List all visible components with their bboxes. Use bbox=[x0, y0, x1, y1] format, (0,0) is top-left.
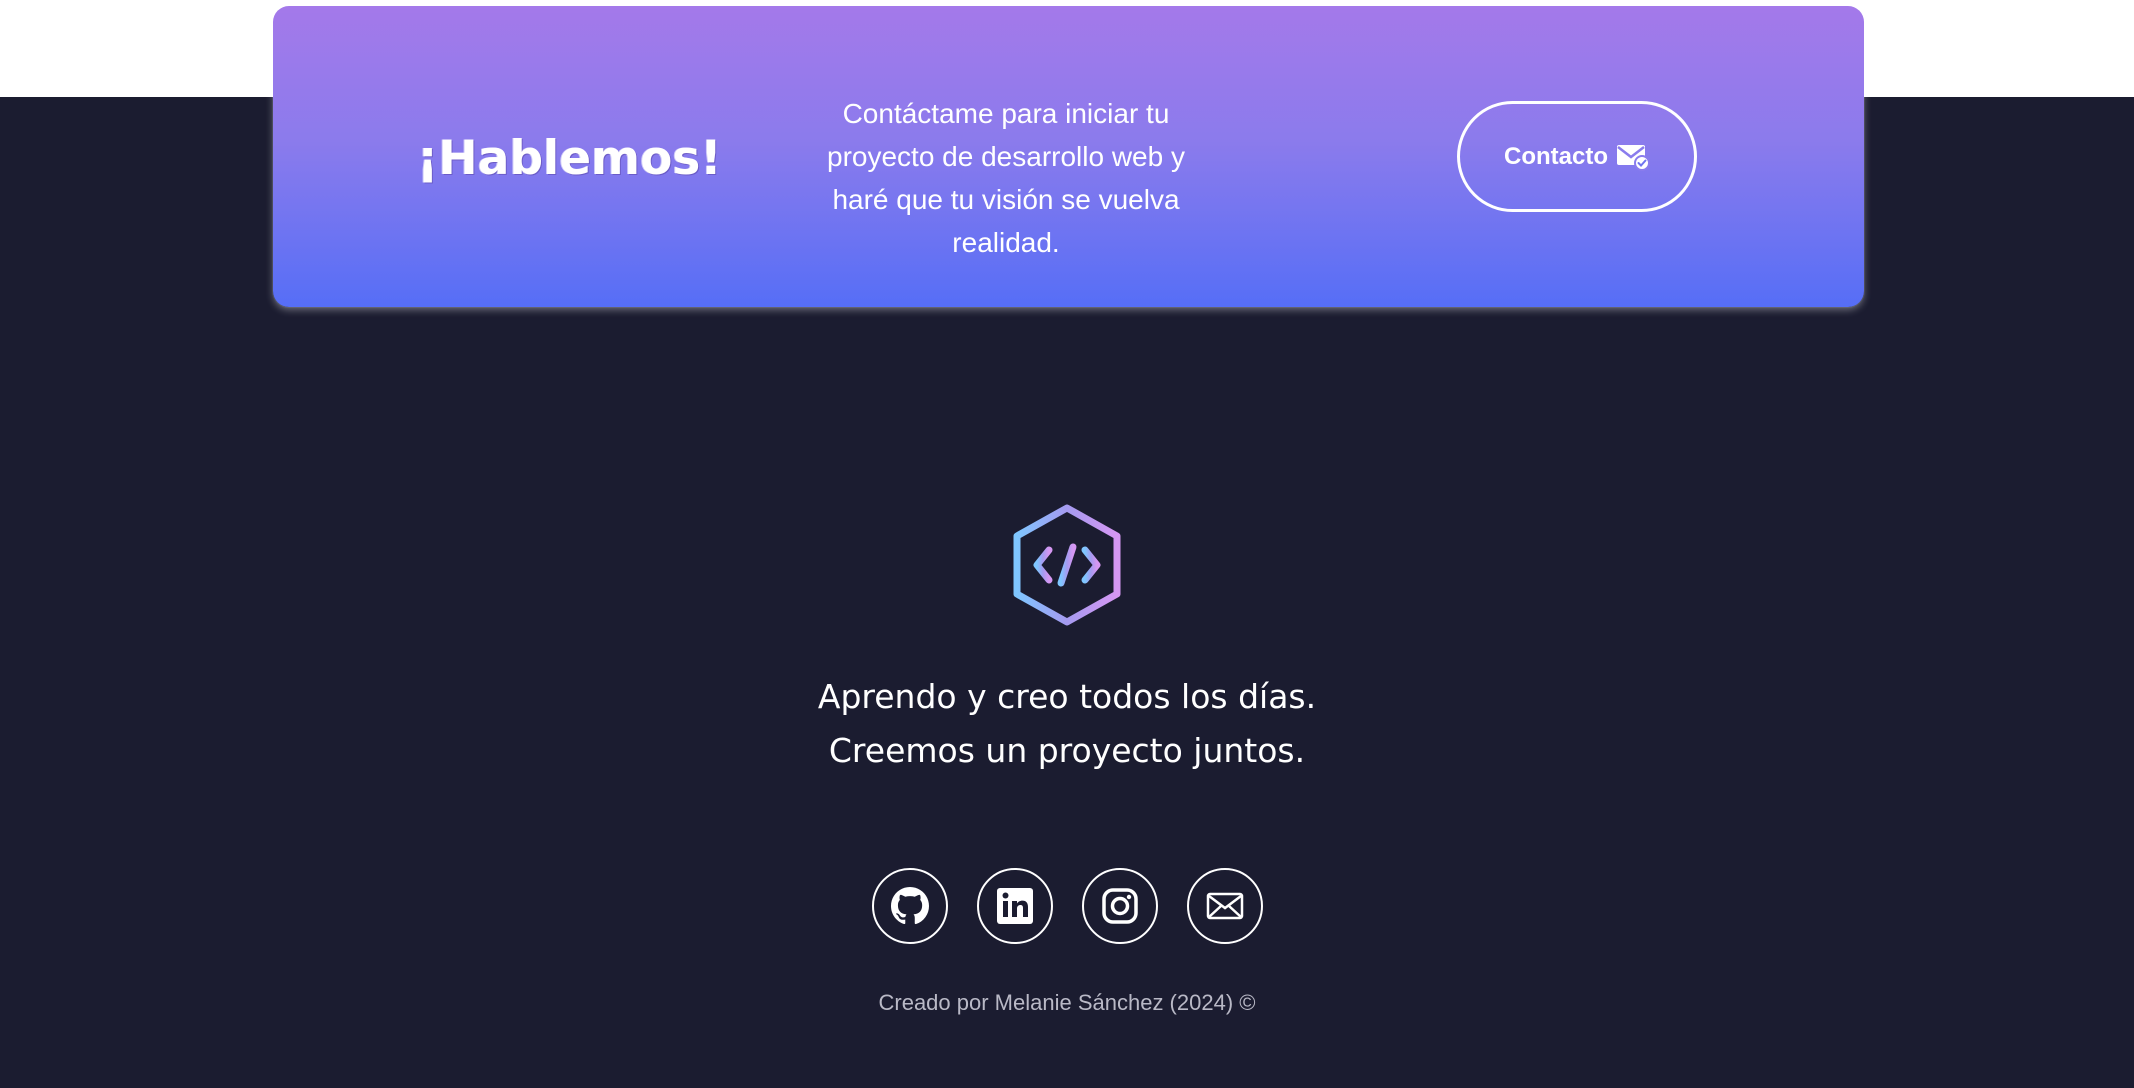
contact-button[interactable]: Contacto bbox=[1457, 101, 1697, 212]
page: ¡Hablemos! Contáctame para iniciar tu pr… bbox=[0, 0, 2134, 1088]
contact-cta-card: ¡Hablemos! Contáctame para iniciar tu pr… bbox=[273, 6, 1864, 307]
tagline-line-1: Aprendo y creo todos los días. bbox=[817, 677, 1317, 716]
cta-description: Contáctame para iniciar tu proyecto de d… bbox=[827, 98, 1185, 258]
github-icon bbox=[891, 887, 929, 925]
email-icon bbox=[1206, 891, 1244, 921]
instagram-icon bbox=[1101, 887, 1139, 925]
tagline-line-2: Creemos un proyecto juntos. bbox=[828, 731, 1306, 770]
mail-check-icon bbox=[1616, 143, 1650, 171]
footer-credits: Creado por Melanie Sánchez (2024) © bbox=[878, 990, 1256, 1015]
code-hexagon-logo-icon bbox=[1011, 503, 1123, 627]
linkedin-link[interactable] bbox=[977, 868, 1053, 944]
instagram-link[interactable] bbox=[1082, 868, 1158, 944]
github-link[interactable] bbox=[872, 868, 948, 944]
contact-button-label: Contacto bbox=[1504, 142, 1608, 170]
footer-tagline: Aprendo y creo todos los días. Creemos u… bbox=[667, 670, 1467, 778]
linkedin-icon bbox=[996, 887, 1034, 925]
social-links bbox=[872, 868, 1264, 944]
cta-title: ¡Hablemos! bbox=[417, 131, 722, 186]
email-link[interactable] bbox=[1187, 868, 1263, 944]
